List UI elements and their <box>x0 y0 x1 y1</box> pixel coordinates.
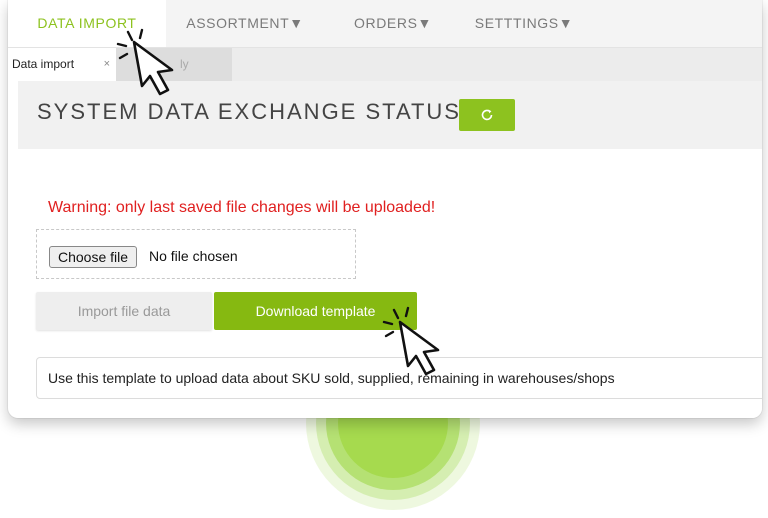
page-title: SYSTEM DATA EXCHANGE STATUS <box>37 99 461 124</box>
choose-file-button[interactable]: Choose file <box>49 246 138 268</box>
file-status: No file chosen <box>149 248 238 264</box>
refresh-button[interactable] <box>459 99 515 131</box>
nav-item-settings[interactable]: SETTTINGS▼ <box>464 0 584 47</box>
pointer-cursor-icon <box>116 28 174 96</box>
tab-data-import[interactable]: Data import × <box>8 48 116 81</box>
hint-text: Use this template to upload data about S… <box>48 370 615 386</box>
pointer-cursor-icon <box>382 306 440 376</box>
nav-item-orders[interactable]: ORDERS▼ <box>338 0 448 47</box>
close-icon[interactable]: × <box>104 48 110 81</box>
warning-message: Warning: only last saved file changes wi… <box>48 199 436 216</box>
refresh-icon <box>481 109 493 121</box>
import-file-data-button[interactable]: Import file data <box>36 292 212 330</box>
tab-label: Data import <box>12 57 75 71</box>
file-dropzone[interactable]: Choose file No file chosen <box>36 229 356 279</box>
